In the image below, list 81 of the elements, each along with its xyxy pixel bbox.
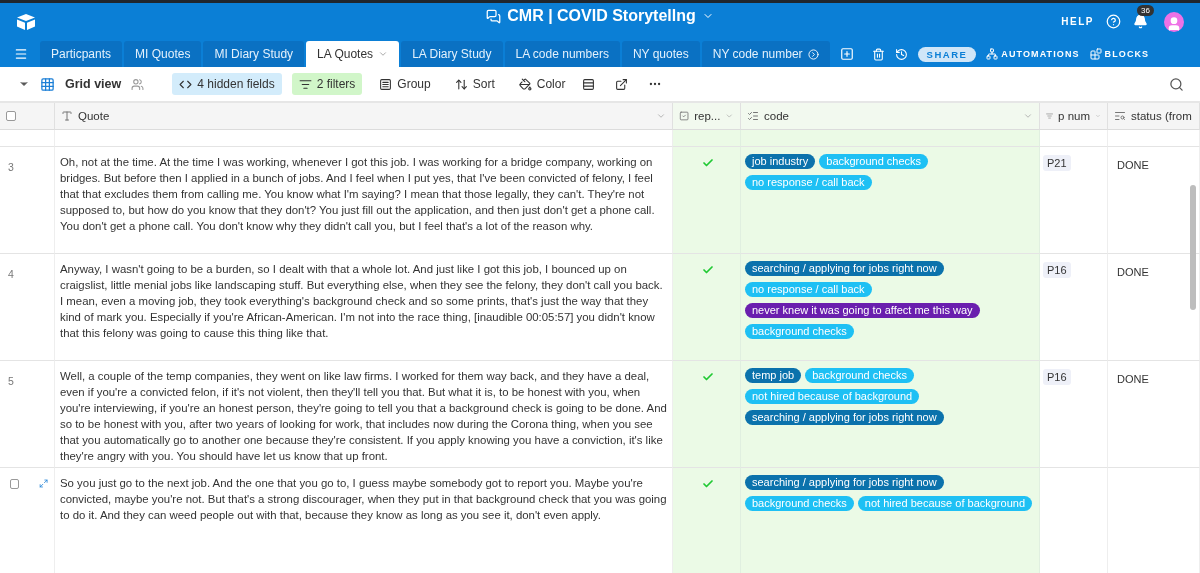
automations-button[interactable]: AUTOMATIONS [986,48,1080,60]
code-tag: background checks [745,496,854,511]
checkbox-field-icon [679,110,690,122]
column-header[interactable]: code [741,103,1040,130]
group-button[interactable]: Group [372,73,438,95]
code-tag: no response / call back [745,175,872,190]
code-tag: background checks [805,368,914,383]
status-text: DONE [1117,373,1149,385]
grid-icon [40,76,55,92]
filters-button[interactable]: 2 filters [291,73,363,95]
trash-icon[interactable] [871,47,885,61]
status-text: DONE [1117,159,1149,171]
search-icon[interactable] [1169,76,1184,92]
avatar[interactable] [1164,11,1184,32]
code-tag: not hired because of background [857,496,1032,511]
table-tab[interactable]: Particpants [40,41,123,67]
help-icon[interactable] [1106,14,1121,29]
row-number: 4 [8,268,14,280]
table-tab[interactable]: LA code numbers [504,41,620,67]
participant-chip[interactable]: P21 [1043,155,1071,171]
code-tag: not hired because of background [745,389,920,404]
text-field-icon [61,110,73,122]
table-tab[interactable]: LA Quotes [306,41,400,67]
code-tag: searching / applying for jobs right now [745,475,944,490]
link-field-icon [1046,110,1054,122]
flow-icon [986,48,999,60]
hidden-fields-button[interactable]: 4 hidden fields [172,73,282,95]
filter-icon [298,77,312,91]
add-table-icon[interactable] [839,47,854,61]
row-number: 3 [8,161,14,173]
code-tag: no response / call back [745,282,872,297]
table-tab[interactable]: MI Quotes [124,41,202,67]
quote-text: Well, a couple of the temp companies, they went on like law firms. I worked for them way back, and they have a deal, even if you're a convicted felon, if it's not violent, then they'll tell you that. But what it is, to be honest with you, when you're interviewing, if you're an honest person, they're going to tell you that a background check is going to be done. And so to be honest with you, after two years of looking for work, that includes now during the Corona thing, when you see that you automatically go to another one because they're consistent. If you apply knowing you have a conviction, it's like they're angry with you. You should have let us know that up front. [60,369,668,464]
select-all-checkbox[interactable] [6,111,16,121]
table-tab[interactable]: NY quotes [621,41,700,67]
history-icon[interactable] [894,47,908,61]
quote-text: Oh, not at the time. At the time I was working, whenever I got this job. I was working for a bridge company, working on bridges. But before then I applied in a bunch of jobs. And I feel when I put yes, that I've been convicted of felony, I feel that that excludes them from calling me. You know what I'm saying? I mean that those legally, they can't. They're not supposed to, but how do you know that they don't? You just fill out the application, and then just don't get a phone call. You don't get a phone call. You don't know why they didn't call you, but I feel that's a lot of the reason why. [60,155,656,234]
quote-text: So you just go to the next job. And the one that you go to, I guess maybe somebody got to report you. Maybe you're convicted, maybe you're not. But that's a strong discourager, when they put in that background check that you was going to do it. And they can weed people out with that, because they know as long as you see it, don't even apply. [60,476,668,523]
code-tag: never knew it was going to affect me this way [745,303,980,318]
logo-icon[interactable] [16,12,36,31]
base-title[interactable]: CMR | COVID Storytellng [507,7,696,25]
bell-icon[interactable] [1133,14,1148,29]
share-view-icon[interactable] [615,77,629,91]
table-tab[interactable]: MI Diary Study [203,41,305,67]
code-tag: job industry [745,154,816,169]
scroll-right-icon[interactable] [807,48,819,60]
column-header[interactable]: status (from [1108,103,1200,130]
menu-icon[interactable] [14,46,28,61]
blocks-button[interactable]: BLOCKS [1089,48,1150,60]
scrollbar-thumb[interactable] [1190,185,1196,310]
expand-icon[interactable] [38,478,48,489]
table-tab[interactable]: NY code number [701,41,830,67]
list-field-icon [747,110,759,122]
paint-bucket-icon [518,77,532,91]
status-text: DONE [1117,266,1149,278]
blocks-icon [1089,48,1102,60]
list-icon [379,77,393,91]
row-checkbox[interactable] [10,478,19,489]
code-tag: background checks [819,154,929,169]
chat-icon [486,8,502,24]
participant-chip[interactable]: P16 [1043,262,1071,278]
column-header[interactable]: Quote [55,103,673,130]
code-tag: searching / applying for jobs right now [745,261,944,276]
code-tag: background checks [745,324,854,339]
view-name[interactable]: Grid view [65,77,122,91]
sort-icon [454,77,468,91]
column-header[interactable]: rep... [673,103,741,130]
code-tag: temp job [745,368,802,383]
quote-text: Anyway, I wasn't going to be a burden, so I dealt with that a whole lot. And just like I got this job, I bounced up on craigslist, little menial jobs like landscaping stuff. But everything else, when they see the felony, they don't call you back. I mean, even a moving job, they took everything's background check and so some prints, that's just the way that they kind of mark you. Especially if you're African-American. I'm not into the race thing, [inaudible 00:05:57] you didn't know that this felony was going to cause this thing like that. [60,262,664,341]
participant-chip[interactable]: P16 [1043,369,1071,385]
row-number: 5 [8,375,14,387]
sort-button[interactable]: Sort [447,73,502,95]
table-tab[interactable]: LA Diary Study [401,41,503,67]
help-link[interactable]: HELP [1061,16,1094,27]
lookup-field-icon [1114,110,1126,122]
code-tag: searching / applying for jobs right now [745,410,944,425]
column-header[interactable]: p num [1040,103,1108,130]
notification-count: 36 [1137,5,1154,16]
row-height-icon[interactable] [582,77,596,91]
people-icon[interactable] [131,77,145,91]
color-button[interactable]: Color [511,73,573,95]
